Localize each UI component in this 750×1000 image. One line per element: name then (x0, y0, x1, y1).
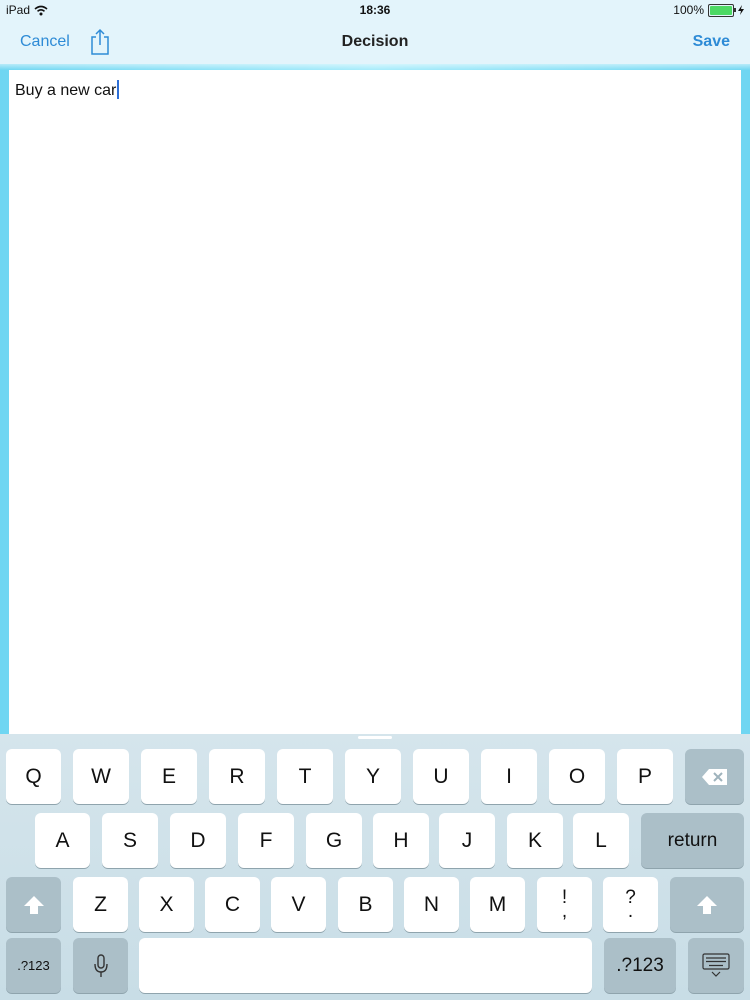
key-c[interactable]: C (205, 877, 260, 932)
key-z[interactable]: Z (73, 877, 128, 932)
key-p[interactable]: P (617, 749, 673, 804)
shift-icon (697, 895, 717, 914)
key-l[interactable]: L (573, 813, 629, 868)
share-button[interactable] (88, 28, 112, 56)
battery-percent: 100% (673, 3, 704, 17)
key-q[interactable]: Q (6, 749, 61, 804)
key-x[interactable]: X (139, 877, 194, 932)
key-f[interactable]: F (238, 813, 294, 868)
hide-keyboard-key[interactable] (688, 938, 744, 993)
microphone-icon (93, 953, 108, 977)
editor-text: Buy a new car (15, 82, 117, 99)
text-cursor (117, 80, 120, 99)
share-icon (91, 28, 109, 55)
key-s[interactable]: S (102, 813, 158, 868)
key-d[interactable]: D (170, 813, 226, 868)
key-m[interactable]: M (470, 877, 525, 932)
hide-keyboard-icon (702, 952, 730, 977)
key-question-period[interactable]: ? . (603, 877, 658, 932)
status-right: 100% (673, 3, 744, 17)
nav-bar: Cancel Decision Save (0, 22, 750, 64)
key-n[interactable]: N (404, 877, 459, 932)
delete-icon (701, 768, 727, 785)
key-h[interactable]: H (373, 813, 429, 868)
key-g[interactable]: G (306, 813, 362, 868)
key-exclamation-comma[interactable]: ! , (537, 877, 592, 932)
key-k[interactable]: K (507, 813, 563, 868)
status-bar: iPad 18:36 100% (0, 0, 750, 22)
dictation-key[interactable] (73, 938, 128, 993)
key-i[interactable]: I (481, 749, 537, 804)
key-y[interactable]: Y (345, 749, 401, 804)
shift-icon (23, 895, 44, 914)
key-period-label: . (627, 900, 634, 922)
key-r[interactable]: R (209, 749, 265, 804)
editor-text-line: Buy a new car (15, 80, 120, 100)
page-title: Decision (341, 33, 409, 50)
key-j[interactable]: J (439, 813, 495, 868)
battery-icon (708, 3, 736, 17)
shift-key-right[interactable] (670, 877, 744, 932)
keyboard-handle[interactable] (358, 736, 392, 739)
key-v[interactable]: V (271, 877, 326, 932)
numbers-key-left[interactable]: .?123 (6, 938, 61, 993)
charging-icon (738, 5, 744, 15)
decision-text-area[interactable]: Buy a new car (9, 70, 741, 734)
cancel-button[interactable]: Cancel (20, 33, 70, 51)
return-key[interactable]: return (641, 813, 744, 868)
shift-key-left[interactable] (6, 877, 61, 932)
key-w[interactable]: W (73, 749, 129, 804)
key-b[interactable]: B (338, 877, 393, 932)
key-e[interactable]: E (141, 749, 197, 804)
key-u[interactable]: U (413, 749, 469, 804)
key-comma-label: , (561, 900, 568, 922)
delete-key[interactable] (685, 749, 744, 804)
status-time: 18:36 (359, 3, 391, 17)
keyboard: Q W E R T Y U I O P A S D F G H J K L re… (0, 734, 750, 1000)
key-o[interactable]: O (549, 749, 605, 804)
key-t[interactable]: T (277, 749, 333, 804)
space-key[interactable] (139, 938, 592, 993)
save-button[interactable]: Save (693, 33, 730, 51)
key-a[interactable]: A (35, 813, 90, 868)
numbers-key-right[interactable]: .?123 (604, 938, 676, 993)
